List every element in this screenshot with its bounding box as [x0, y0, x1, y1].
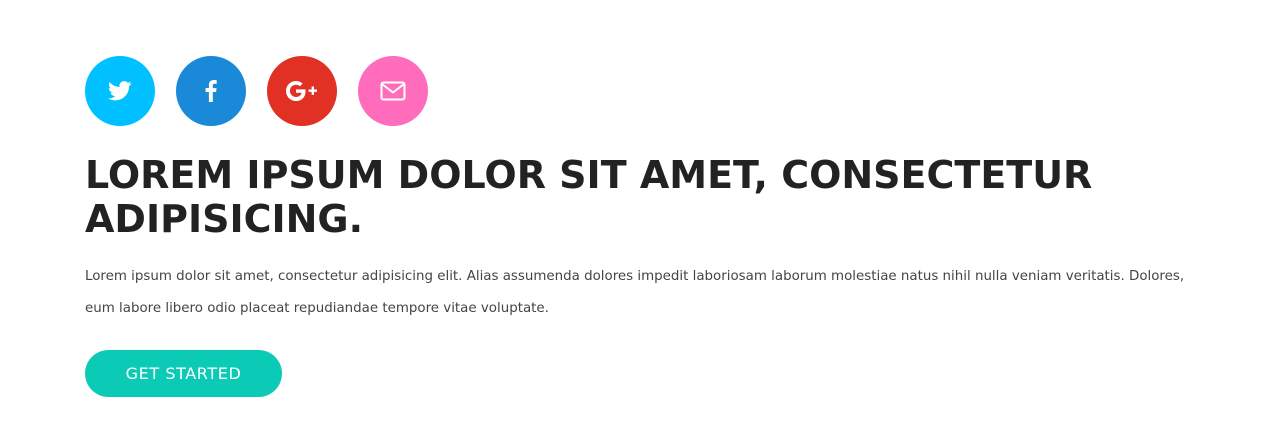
- email-button[interactable]: [358, 56, 428, 126]
- social-buttons: [85, 56, 1215, 126]
- google-plus-button[interactable]: [267, 56, 337, 126]
- get-started-button[interactable]: GET STARTED: [85, 350, 282, 397]
- envelope-icon: [380, 81, 406, 101]
- hero-section: LOREM IPSUM DOLOR SIT AMET, CONSECTETUR …: [85, 56, 1215, 397]
- google-plus-icon: [286, 81, 318, 101]
- facebook-button[interactable]: [176, 56, 246, 126]
- facebook-icon: [205, 80, 217, 102]
- intro-paragraph: Lorem ipsum dolor sit amet, consectetur …: [85, 269, 1185, 316]
- page-title: LOREM IPSUM DOLOR SIT AMET, CONSECTETUR …: [85, 153, 1093, 241]
- twitter-button[interactable]: [85, 56, 155, 126]
- twitter-icon: [108, 81, 132, 101]
